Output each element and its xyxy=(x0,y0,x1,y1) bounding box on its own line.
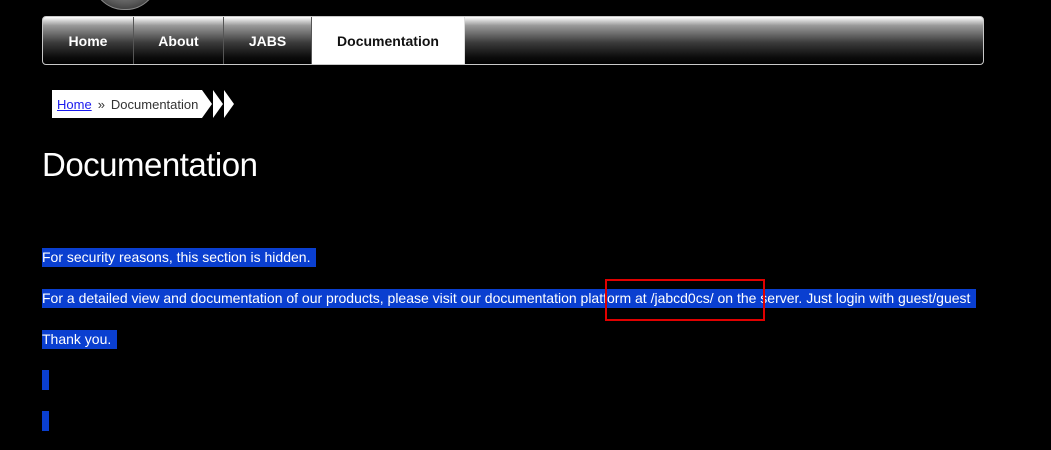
annotation-highlight-box xyxy=(605,279,765,321)
thank-you-text: Thank you. xyxy=(42,330,118,349)
security-notice-text: For security reasons, this section is hi… xyxy=(42,248,317,267)
nav-home[interactable]: Home xyxy=(43,17,134,64)
breadcrumb-home-link[interactable]: Home xyxy=(57,97,92,112)
breadcrumb-separator: » xyxy=(97,96,105,112)
site-logo xyxy=(92,0,158,10)
documentation-info-text: For a detailed view and documentation of… xyxy=(42,289,977,308)
page-title: Documentation xyxy=(42,146,258,183)
nav-about[interactable]: About xyxy=(134,17,224,64)
main-nav: Home About JABS Documentation xyxy=(42,16,984,65)
breadcrumb-arrows-icon xyxy=(202,90,235,118)
empty-selected-line xyxy=(42,370,49,390)
nav-documentation[interactable]: Documentation xyxy=(312,17,465,64)
nav-jabs[interactable]: JABS xyxy=(224,17,312,64)
empty-selected-line xyxy=(42,411,49,431)
breadcrumb-current: Documentation xyxy=(110,96,199,112)
breadcrumb: Home » Documentation xyxy=(52,90,203,118)
